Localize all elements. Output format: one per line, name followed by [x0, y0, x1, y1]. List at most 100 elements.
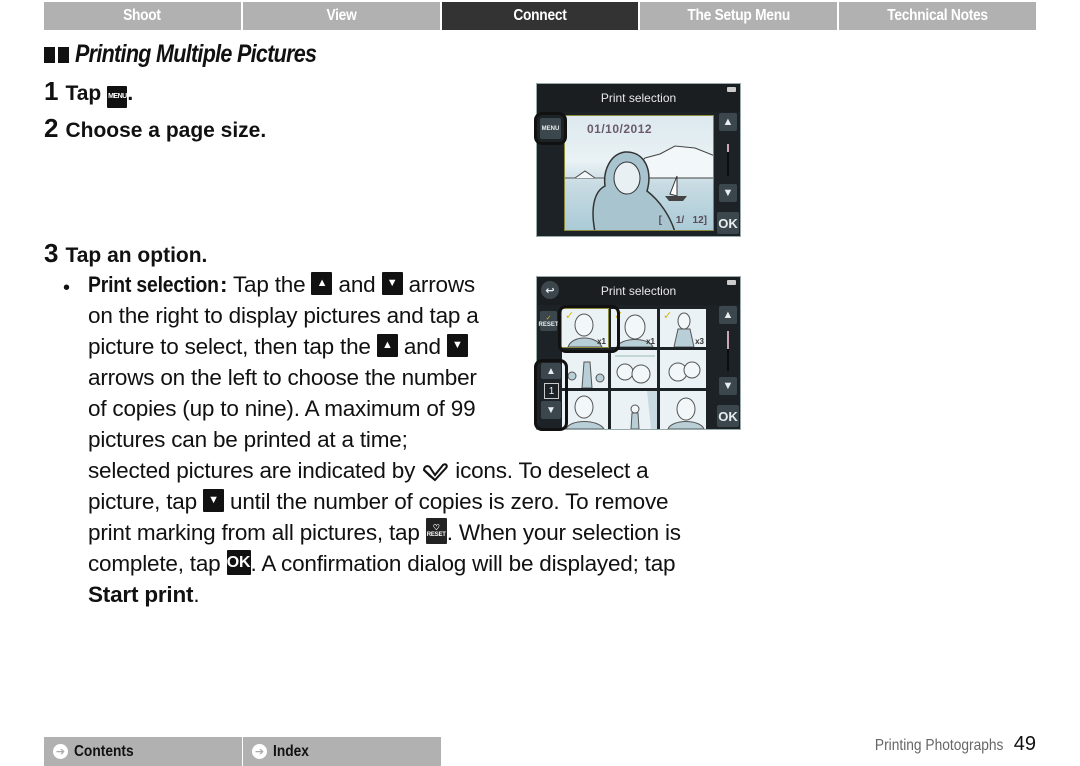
option-line-4: arrows on the left to choose the number	[88, 365, 477, 390]
text: print marking from all pictures, tap	[88, 520, 420, 545]
step-text: Tap an option.	[65, 244, 208, 267]
step-text: Tap	[65, 82, 102, 105]
menu-button-icon: MENU	[107, 85, 128, 108]
back-button[interactable]: ↩	[541, 281, 559, 299]
footer-navigation: ➔ Contents ➔ Index	[44, 737, 441, 766]
arrow-right-icon: ➔	[53, 744, 68, 759]
down-arrow-icon: ▼	[446, 333, 468, 357]
thumbnail[interactable]	[611, 350, 657, 388]
thumbnail[interactable]	[562, 350, 608, 388]
text: until the number of copies is zero. To r…	[230, 489, 669, 514]
counter-current: 1/	[675, 215, 685, 226]
reset-label: RESET	[426, 532, 446, 539]
tab-shoot[interactable]: Shoot	[44, 2, 243, 30]
text: picture, tap	[88, 489, 197, 514]
reset-button-icon: ♡ RESET	[425, 518, 447, 545]
arrow-right-icon: ➔	[252, 744, 267, 759]
reset-button[interactable]: ✓ RESET	[538, 311, 559, 331]
tab-label: The Setup Menu	[687, 7, 791, 24]
counter-bracket: [	[658, 215, 662, 226]
tab-label: View	[326, 7, 357, 24]
menu-highlight-ring	[534, 112, 567, 145]
option-name: Print selection	[88, 272, 219, 297]
reset-label: RESET	[538, 321, 559, 328]
thumbnail[interactable]: ✓ x3	[660, 309, 706, 347]
contents-link[interactable]: ➔ Contents	[44, 737, 243, 766]
counter-total: 12]	[692, 215, 707, 226]
page-number: 49	[1013, 733, 1036, 755]
section-heading: Printing Multiple Pictures	[44, 40, 356, 69]
battery-icon	[727, 280, 736, 285]
photo-counter: [ 1/ 12]	[659, 215, 707, 226]
option-line-6: pictures can be printed at a time;	[88, 427, 408, 452]
step-3: 3 Tap an option.	[44, 238, 207, 269]
step-number: 3	[44, 238, 59, 268]
ok-button[interactable]: OK	[717, 212, 739, 234]
scroll-down-button[interactable]: ▼	[719, 377, 737, 395]
selected-thumb-highlight	[558, 305, 620, 353]
section-title: Printing Multiple Pictures	[75, 40, 317, 68]
copies-count: x3	[695, 337, 704, 346]
index-link[interactable]: ➔ Index	[243, 737, 441, 766]
screen-header: Print selection	[537, 84, 740, 112]
text: and	[338, 272, 376, 297]
option-line-5: of copies (up to nine). A maximum of 99	[88, 396, 476, 421]
option-line-3: picture to select, then tap the ▲ and ▼	[88, 331, 468, 362]
index-label: Index	[273, 742, 309, 760]
step-number: 1	[44, 76, 59, 106]
text: picture to select, then tap the	[88, 334, 371, 359]
ok-button[interactable]: OK	[717, 405, 739, 427]
up-arrow-icon: ▲	[311, 271, 333, 295]
option-line-8: picture, tap ▼ until the number of copie…	[88, 486, 669, 517]
text: Tap the	[227, 272, 306, 297]
tab-label: Connect	[513, 7, 567, 24]
camera-screen-single: Print selection 01/10/2012 [ 1/ 12] MENU…	[534, 83, 741, 237]
tab-setup-menu[interactable]: The Setup Menu	[640, 2, 840, 30]
photo-preview[interactable]: 01/10/2012 [ 1/ 12]	[564, 115, 714, 231]
ok-button-icon: OK	[226, 549, 251, 575]
tab-view[interactable]: View	[242, 2, 442, 30]
print-mark-icon: ✓	[545, 314, 552, 322]
footer-section-name: Printing Photographs	[875, 737, 1004, 754]
screen-header: Print selection	[537, 277, 740, 305]
page-footer: Printing Photographs 49	[854, 733, 1036, 756]
copies-count: x1	[646, 337, 655, 346]
tab-connect[interactable]: Connect	[441, 2, 641, 30]
thumbnail[interactable]	[660, 391, 706, 429]
scroll-down-button[interactable]: ▼	[719, 184, 737, 202]
option-line-10: complete, tap OK. A confirmation dialog …	[88, 548, 676, 579]
text: complete, tap	[88, 551, 221, 576]
text: . A confirmation dialog will be displaye…	[250, 551, 676, 576]
text: icons. To deselect a	[455, 458, 649, 483]
scroll-up-button[interactable]: ▲	[719, 113, 737, 131]
step-2: 2 Choose a page size.	[44, 113, 266, 144]
thumbnail[interactable]	[562, 391, 608, 429]
tab-label: Shoot	[123, 7, 162, 24]
camera-screen-grid: Print selection ↩ ✓ RESET ✓ x1 ✓ x1 ✓ x3 ▲ 1 …	[534, 276, 741, 431]
tab-label: Technical Notes	[887, 7, 988, 24]
scroll-up-button[interactable]: ▲	[719, 306, 737, 324]
print-mark-icon	[421, 459, 449, 482]
step-text-end: .	[127, 82, 134, 105]
bullet: •	[63, 277, 71, 299]
text: .	[193, 582, 200, 607]
step-1: 1 Tap MENU .	[44, 76, 133, 110]
print-mark-icon: ✓	[663, 310, 673, 322]
scrollbar-thumb[interactable]	[727, 331, 729, 349]
thumbnail[interactable]	[660, 350, 706, 388]
thumbnail[interactable]	[611, 391, 657, 429]
step-number: 2	[44, 113, 59, 143]
option-line-2: on the right to display pictures and tap…	[88, 303, 479, 328]
up-arrow-icon: ▲	[376, 333, 398, 357]
photo-date: 01/10/2012	[587, 122, 653, 136]
text: selected pictures are indicated by	[88, 458, 416, 483]
tab-technical-notes[interactable]: Technical Notes	[839, 2, 1036, 30]
option-line-7: selected pictures are indicated by icons…	[88, 455, 649, 486]
scrollbar-thumb[interactable]	[727, 144, 729, 152]
copies-highlight-ring	[534, 359, 568, 431]
start-print-label: Start print	[88, 582, 194, 607]
text: arrows	[408, 272, 476, 297]
step-text: Choose a page size.	[65, 119, 267, 142]
down-arrow-icon: ▼	[381, 271, 403, 295]
option-line-1: Print selection: Tap the ▲ and ▼ arrows	[88, 269, 475, 300]
